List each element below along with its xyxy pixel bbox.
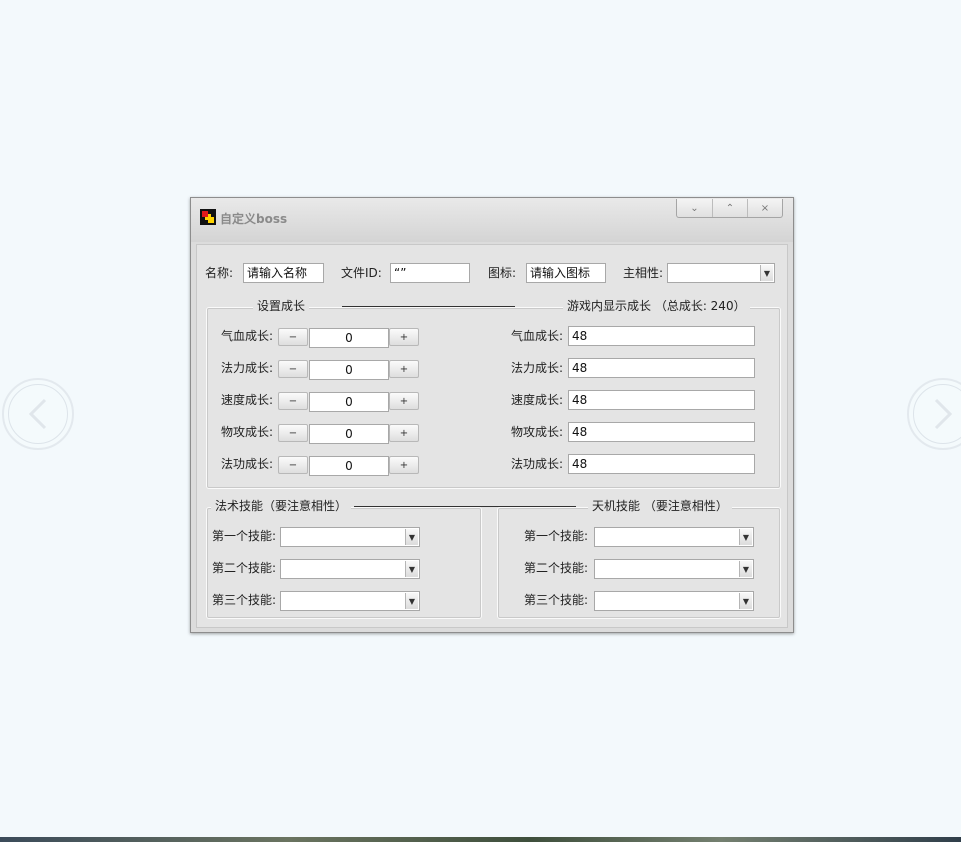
mp-growth-input[interactable]: 0 (309, 360, 389, 380)
chevron-right-icon (934, 398, 953, 430)
file-id-input[interactable]: “” (390, 263, 470, 283)
tianji-skill-1-label: 第一个技能: (524, 529, 589, 543)
matk-plus-button[interactable]: + (389, 456, 419, 474)
tianji-skill-1-select[interactable]: ▼ (594, 527, 754, 547)
prev-slide-button[interactable] (2, 378, 74, 450)
name-input[interactable]: 请输入名称 (243, 263, 324, 283)
icon-input[interactable]: 请输入图标 (526, 263, 606, 283)
matk-minus-button[interactable]: − (278, 456, 308, 474)
title-bar[interactable]: 自定义boss ⌄ ⌃ × (191, 198, 793, 242)
tianji-skill-2-select[interactable]: ▼ (594, 559, 754, 579)
matk-display-label: 法功成长: (511, 457, 564, 471)
speed-plus-button[interactable]: + (389, 392, 419, 410)
tianji-skill-3-label: 第三个技能: (524, 593, 589, 607)
display-growth-title: 游戏内显示成长 （总成长: 240） (563, 299, 750, 313)
close-button[interactable]: × (747, 199, 782, 217)
dropdown-arrow-icon[interactable]: ▼ (405, 561, 418, 577)
main-attr-select[interactable]: ▼ (667, 263, 775, 283)
magic-skill-1-label: 第一个技能: (212, 529, 277, 543)
name-label: 名称: (205, 266, 234, 280)
magic-skill-2-label: 第二个技能: (212, 561, 277, 575)
speed-display-label: 速度成长: (511, 393, 564, 407)
speed-growth-input[interactable]: 0 (309, 392, 389, 412)
matk-growth-label: 法功成长: (221, 457, 274, 471)
hp-growth-input[interactable]: 0 (309, 328, 389, 348)
magic-skill-3-label: 第三个技能: (212, 593, 277, 607)
next-slide-button[interactable] (907, 378, 961, 450)
mp-display-label: 法力成长: (511, 361, 564, 375)
magic-skill-2-select[interactable]: ▼ (280, 559, 420, 579)
window-title: 自定义boss (220, 212, 288, 226)
window-controls: ⌄ ⌃ × (676, 199, 783, 218)
dropdown-arrow-icon[interactable]: ▼ (739, 561, 752, 577)
tianji-skill-title: 天机技能 （要注意相性） (588, 499, 732, 513)
icon-label: 图标: (488, 266, 517, 280)
hp-display-label: 气血成长: (511, 329, 564, 343)
minimize-button[interactable]: ⌄ (677, 199, 712, 217)
file-id-label: 文件ID: (341, 266, 382, 280)
speed-growth-label: 速度成长: (221, 393, 274, 407)
speed-display-input[interactable]: 48 (568, 390, 755, 410)
custom-boss-window: 自定义boss ⌄ ⌃ × 名称: 请输入名称 文件ID: “” 图标: 请输入… (190, 197, 794, 633)
magic-skill-title: 法术技能（要注意相性） (211, 499, 352, 513)
mp-display-input[interactable]: 48 (568, 358, 755, 378)
next-ring (913, 384, 961, 444)
patk-growth-label: 物攻成长: (221, 425, 274, 439)
dropdown-arrow-icon[interactable]: ▼ (739, 593, 752, 609)
hp-minus-button[interactable]: − (278, 328, 308, 346)
hp-display-input[interactable]: 48 (568, 326, 755, 346)
hp-plus-button[interactable]: + (389, 328, 419, 346)
matk-growth-input[interactable]: 0 (309, 456, 389, 476)
mp-plus-button[interactable]: + (389, 360, 419, 378)
patk-plus-button[interactable]: + (389, 424, 419, 442)
dropdown-arrow-icon[interactable]: ▼ (760, 265, 773, 281)
growth-title: 设置成长 (253, 299, 310, 313)
mp-growth-label: 法力成长: (221, 361, 274, 375)
magic-skill-3-select[interactable]: ▼ (280, 591, 420, 611)
tianji-skill-2-label: 第二个技能: (524, 561, 589, 575)
main-attr-label: 主相性: (623, 266, 664, 280)
patk-display-label: 物攻成长: (511, 425, 564, 439)
app-logo-icon (200, 209, 216, 225)
form-body: 名称: 请输入名称 文件ID: “” 图标: 请输入图标 主相性: ▼ 设置成长… (196, 244, 788, 628)
dropdown-arrow-icon[interactable]: ▼ (405, 593, 418, 609)
growth-divider (342, 306, 515, 307)
speed-minus-button[interactable]: − (278, 392, 308, 410)
matk-display-input[interactable]: 48 (568, 454, 755, 474)
dropdown-arrow-icon[interactable]: ▼ (739, 529, 752, 545)
dropdown-arrow-icon[interactable]: ▼ (405, 529, 418, 545)
prev-ring (8, 384, 68, 444)
magic-skill-1-select[interactable]: ▼ (280, 527, 420, 547)
patk-minus-button[interactable]: − (278, 424, 308, 442)
desktop-wallpaper-strip (0, 837, 961, 842)
mp-minus-button[interactable]: − (278, 360, 308, 378)
maximize-button[interactable]: ⌃ (712, 199, 747, 217)
patk-growth-input[interactable]: 0 (309, 424, 389, 444)
chevron-left-icon (28, 398, 47, 430)
hp-growth-label: 气血成长: (221, 329, 274, 343)
tianji-skill-3-select[interactable]: ▼ (594, 591, 754, 611)
patk-display-input[interactable]: 48 (568, 422, 755, 442)
